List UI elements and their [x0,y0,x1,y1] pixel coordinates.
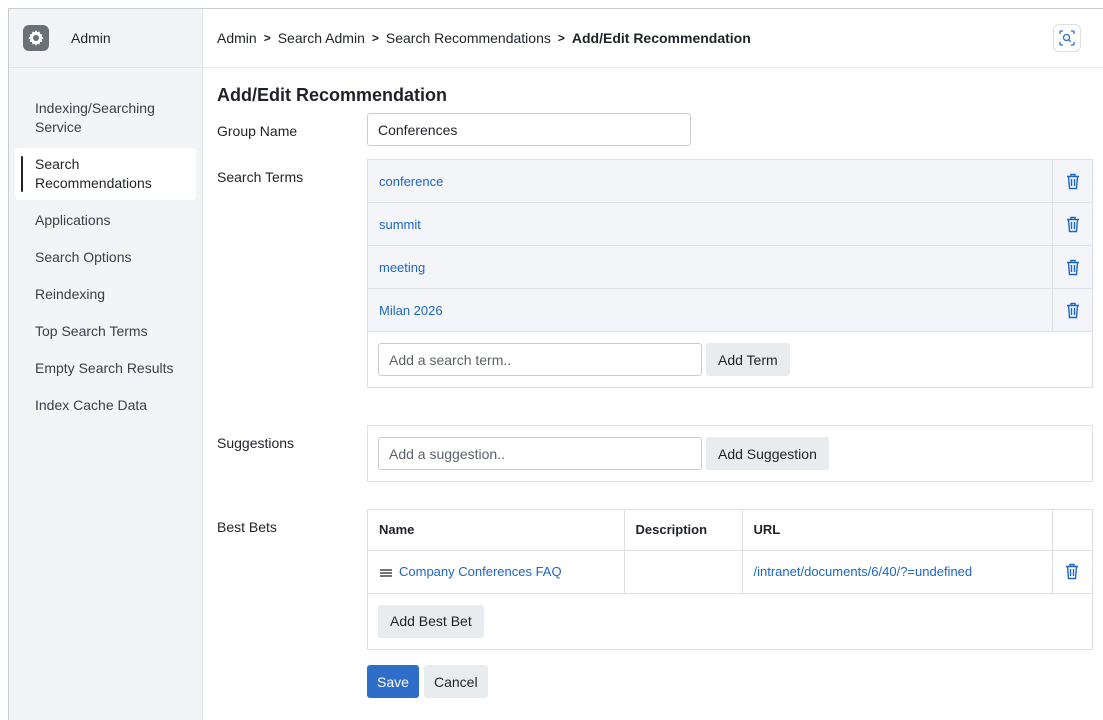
sidebar-item-index-cache-data[interactable]: Index Cache Data [9,389,202,422]
add-term-button[interactable]: Add Term [706,343,790,376]
app-window: Admin Indexing/Searching Service Search … [8,8,1103,720]
suggestions-panel: Add Suggestion [367,425,1093,482]
delete-term-button[interactable] [1052,289,1092,331]
column-header-url: URL [742,510,1053,551]
trash-icon [1066,216,1079,232]
table-header-row: Name Description URL [368,510,1092,551]
sidebar-item-empty-search-results[interactable]: Empty Search Results [9,352,202,385]
best-bet-name-cell: Company Conferences FAQ [368,550,625,594]
sidebar-item-indexing-searching-service[interactable]: Indexing/Searching Service [9,92,202,144]
sidebar-item-search-options[interactable]: Search Options [9,241,202,274]
add-suggestion-row: Add Suggestion [368,426,1092,481]
suggestion-input[interactable] [378,437,702,470]
breadcrumb-separator: > [557,31,565,45]
sidebar: Admin Indexing/Searching Service Search … [9,9,203,720]
list-item: meeting [368,246,1092,289]
add-suggestion-button[interactable]: Add Suggestion [706,437,829,470]
trash-icon [1066,563,1079,580]
column-header-name: Name [368,510,625,551]
delete-best-bet-button[interactable] [1052,550,1092,594]
breadcrumb: Admin > Search Admin > Search Recommenda… [203,9,1103,68]
best-bet-name-link[interactable]: Company Conferences FAQ [399,564,562,579]
sidebar-item-top-search-terms[interactable]: Top Search Terms [9,315,202,348]
list-item: conference [368,160,1092,203]
sidebar-item-reindexing[interactable]: Reindexing [9,278,202,311]
breadcrumb-search-recommendations[interactable]: Search Recommendations [386,30,551,46]
breadcrumb-separator: > [371,31,379,45]
search-term-text[interactable]: conference [368,174,1052,189]
gear-icon [23,25,49,51]
cancel-button[interactable]: Cancel [424,665,488,698]
group-name-label: Group Name [217,123,298,139]
best-bets-panel: Name Description URL Company Conferences… [367,509,1093,650]
search-term-input[interactable] [378,343,702,376]
group-name-input[interactable] [367,113,691,146]
search-term-text[interactable]: summit [368,217,1052,232]
search-term-text[interactable]: meeting [368,260,1052,275]
search-scan-icon [1059,30,1075,46]
best-bet-url-cell: /intranet/documents/6/40/?=undefined [742,550,1053,594]
sidebar-header: Admin [9,9,202,68]
table-row: Company Conferences FAQ /intranet/docume… [368,550,1092,594]
sidebar-item-search-recommendations[interactable]: Search Recommendations [15,148,196,200]
column-header-description: Description [624,510,743,551]
add-best-bet-button[interactable]: Add Best Bet [378,604,484,638]
sidebar-item-applications[interactable]: Applications [9,204,202,237]
trash-icon [1066,173,1079,189]
search-term-text[interactable]: Milan 2026 [368,303,1052,318]
list-item: summit [368,203,1092,246]
search-scan-button[interactable] [1053,24,1081,52]
best-bet-description-cell [624,550,743,594]
breadcrumb-search-admin[interactable]: Search Admin [278,30,365,46]
delete-term-button[interactable] [1052,160,1092,202]
delete-term-button[interactable] [1052,246,1092,288]
suggestions-label: Suggestions [217,435,295,451]
trash-icon [1066,259,1079,275]
sidebar-nav: Indexing/Searching Service Search Recomm… [9,68,202,422]
best-bets-table: Name Description URL Company Conferences… [368,510,1092,594]
trash-icon [1066,302,1079,318]
best-bets-label: Best Bets [217,519,277,535]
search-terms-panel: conference summit meeting Milan 2026 Add… [367,159,1093,388]
drag-handle-icon[interactable] [379,568,393,578]
list-item: Milan 2026 [368,289,1092,332]
page-title: Add/Edit Recommendation [217,85,448,105]
breadcrumb-current: Add/Edit Recommendation [571,30,751,46]
save-button[interactable]: Save [367,665,419,698]
delete-term-button[interactable] [1052,203,1092,245]
add-best-bet-row: Add Best Bet [368,594,1092,649]
best-bet-url-link[interactable]: /intranet/documents/6/40/?=undefined [754,564,973,579]
app-title: Admin [71,30,111,46]
breadcrumb-admin[interactable]: Admin [217,30,257,46]
main-content: Add/Edit Recommendation Group Name Searc… [203,69,1103,720]
column-header-actions [1052,510,1092,551]
add-term-row: Add Term [368,332,1092,387]
breadcrumb-separator: > [263,31,271,45]
search-terms-label: Search Terms [217,169,304,185]
